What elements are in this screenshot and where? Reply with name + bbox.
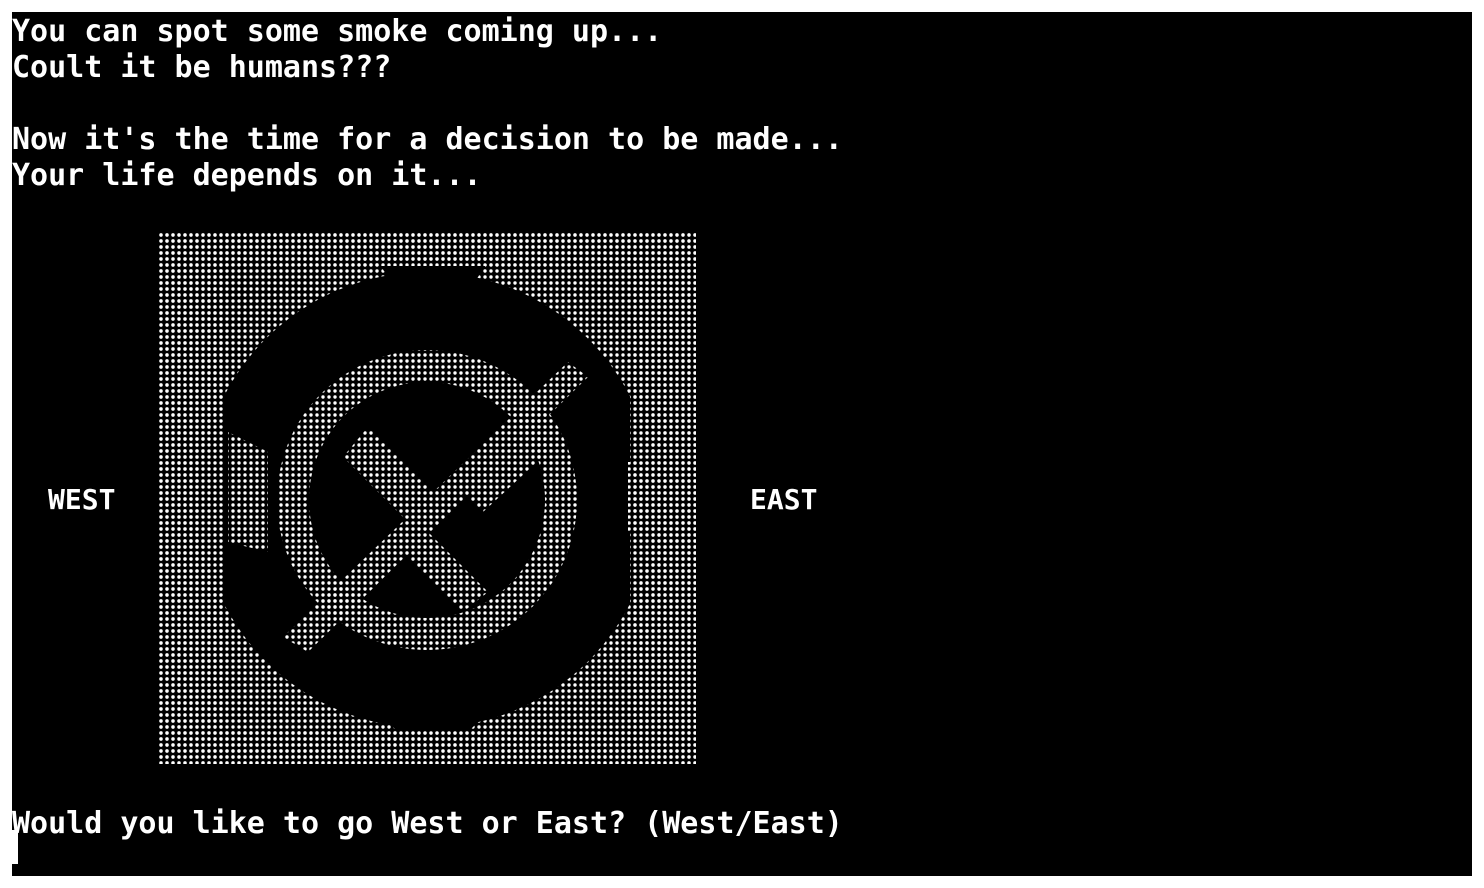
page: You can spot some smoke coming up... Cou… [0,0,1484,888]
story-line-1: You can spot some smoke coming up... [12,14,663,49]
east-label: EAST [750,483,818,516]
direction-prompt: Would you like to go West or East? (West… [12,806,843,841]
block-cursor[interactable] [0,830,18,864]
story-line-3: Now it's the time for a decision to be m… [12,122,843,157]
terminal-window[interactable]: You can spot some smoke coming up... Cou… [12,12,1472,876]
compass-needle-pattern [158,232,696,764]
story-line-4: Your life depends on it... [12,158,482,193]
compass-ascii-art-icon [158,232,696,764]
west-label: WEST [48,483,116,516]
story-line-2: Coult it be humans??? [12,50,392,85]
